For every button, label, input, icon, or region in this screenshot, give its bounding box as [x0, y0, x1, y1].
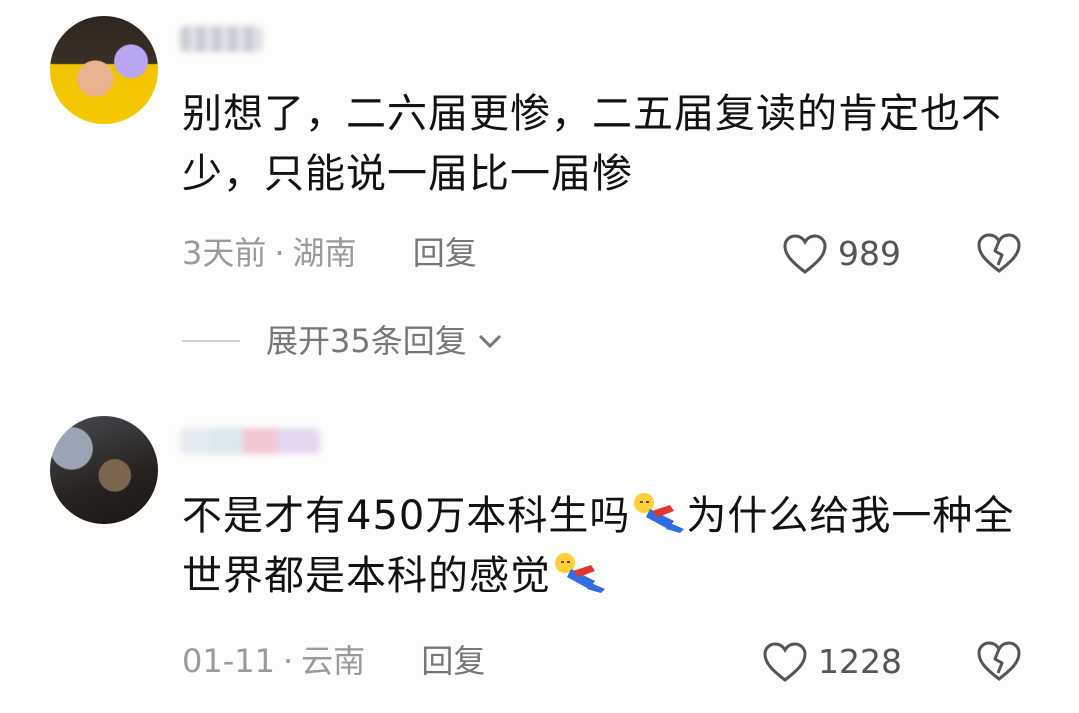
meta-separator: · [282, 642, 294, 680]
comment-time: 01-11 [182, 642, 275, 680]
like-count: 989 [838, 234, 901, 273]
username[interactable]: ▓▓▓▓ [180, 26, 262, 52]
reply-button[interactable]: 回复 [421, 642, 485, 680]
comment-meta: 01-11 · 云南 回复 [182, 641, 485, 681]
heart-outline-icon [783, 234, 827, 274]
like-button[interactable]: 989 [782, 233, 901, 275]
broken-heart-icon [977, 233, 1021, 273]
like-button[interactable]: 1228 [762, 641, 902, 683]
comment-meta: 3天前 · 湖南 回复 [182, 233, 477, 273]
comment-text-part: 不是才有450万本科生吗 [182, 493, 631, 539]
expand-replies-button[interactable]: 展开35条回复 [182, 321, 503, 361]
lying-down-emoji-icon [555, 553, 605, 593]
broken-heart-icon [977, 641, 1021, 681]
comment-text-part: 别想了，二六届更惨，二五届复读的肯定也不少，只能说一届比一届惨 [182, 91, 1002, 197]
username[interactable]: ▓▓▓▓▓▓ [180, 428, 320, 454]
comment-location: 湖南 [292, 234, 357, 272]
divider-line [182, 340, 240, 342]
chevron-down-icon [478, 334, 501, 349]
comment-location: 云南 [301, 642, 366, 680]
avatar[interactable] [50, 16, 158, 124]
comment-time: 3天前 [182, 234, 267, 272]
avatar[interactable] [50, 416, 158, 524]
heart-outline-icon [763, 642, 807, 682]
dislike-button[interactable] [976, 640, 1022, 686]
comment-text: 不是才有450万本科生吗 为什么给我一种全世界都是本科的感觉 [182, 486, 1022, 606]
reply-button[interactable]: 回复 [413, 234, 477, 272]
meta-separator: · [274, 234, 285, 272]
expand-replies-label: 展开35条回复 [266, 322, 467, 360]
comment-text: 别想了，二六届更惨，二五届复读的肯定也不少，只能说一届比一届惨 [182, 84, 1022, 204]
dislike-button[interactable] [976, 232, 1022, 278]
like-count: 1228 [818, 642, 902, 681]
lying-down-emoji-icon [634, 493, 685, 533]
